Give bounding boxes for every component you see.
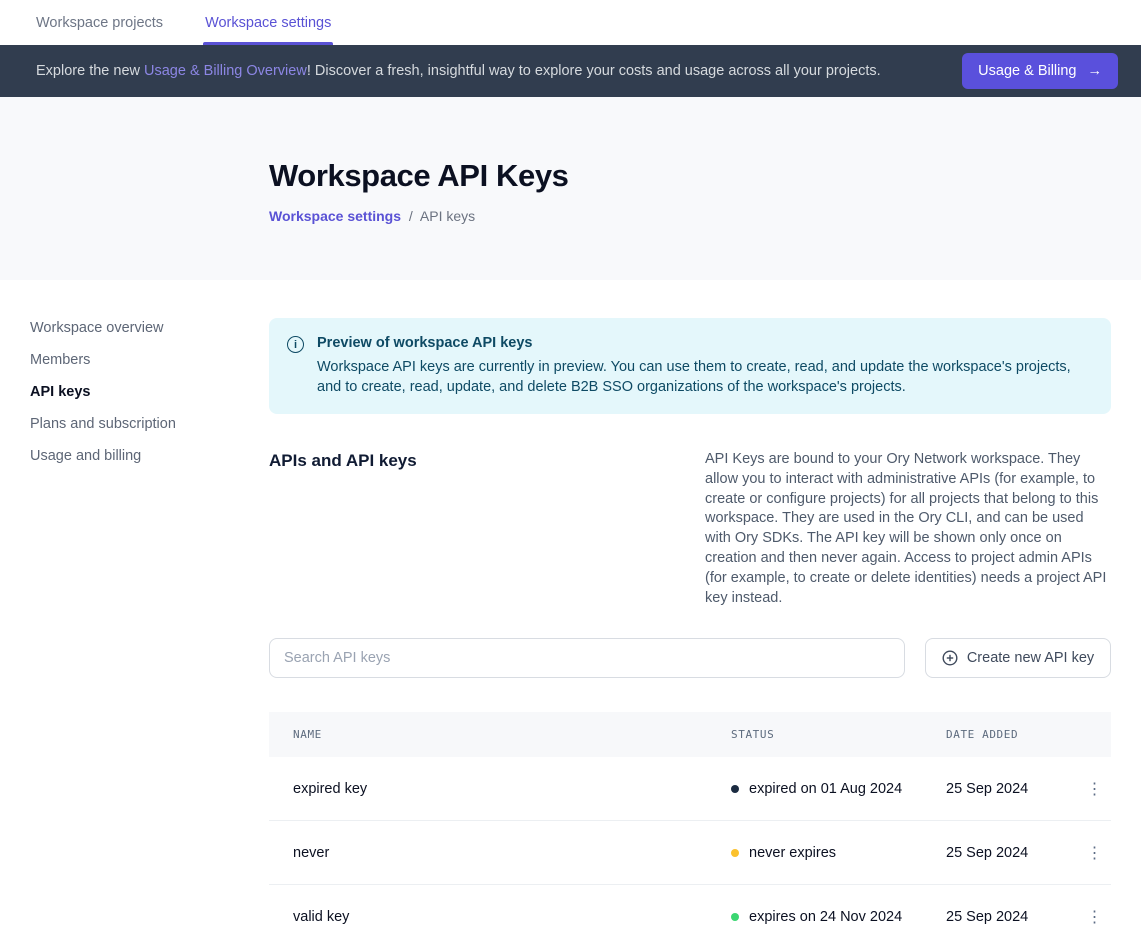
status-cell: expired on 01 Aug 2024 (731, 781, 946, 797)
table-controls: Create new API key (269, 638, 1111, 678)
table-row: never never expires 25 Sep 2024 ⋮ (269, 821, 1111, 885)
announcement-banner: Explore the new Usage & Billing Overview… (0, 45, 1141, 97)
search-input[interactable] (269, 638, 905, 678)
banner-text-after: ! Discover a fresh, insightful way to ex… (307, 63, 881, 79)
banner-message: Explore the new Usage & Billing Overview… (36, 63, 962, 79)
tab-workspace-projects[interactable]: Workspace projects (36, 0, 163, 45)
preview-callout: i Preview of workspace API keys Workspac… (269, 318, 1111, 414)
section-heading: APIs and API keys (269, 450, 417, 471)
apis-section: APIs and API keys API Keys are bound to … (269, 450, 1111, 608)
plus-circle-icon (942, 650, 958, 666)
row-actions-menu-icon[interactable]: ⋮ (1081, 903, 1109, 931)
arrow-right-icon: → (1088, 63, 1103, 79)
table-row: valid key expires on 24 Nov 2024 25 Sep … (269, 885, 1111, 940)
date-added: 25 Sep 2024 (946, 781, 1078, 797)
status-cell: never expires (731, 845, 946, 861)
page-title: Workspace API Keys (269, 158, 1141, 194)
callout-title: Preview of workspace API keys (317, 335, 1079, 351)
callout-text: Preview of workspace API keys Workspace … (317, 335, 1079, 397)
page-header: Workspace API Keys Workspace settings / … (0, 97, 1141, 280)
breadcrumb-workspace-settings-link[interactable]: Workspace settings (269, 208, 401, 224)
create-api-key-label: Create new API key (967, 650, 1094, 666)
status-dot (731, 849, 739, 857)
sidebar-item-workspace-overview[interactable]: Workspace overview (30, 312, 269, 344)
breadcrumb: Workspace settings / API keys (269, 208, 1141, 224)
status-text: expires on 24 Nov 2024 (749, 909, 902, 925)
api-key-name: expired key (293, 781, 731, 797)
breadcrumb-separator: / (409, 208, 413, 224)
status-text: expired on 01 Aug 2024 (749, 781, 902, 797)
banner-text-before: Explore the new (36, 63, 144, 79)
column-header-status: STATUS (731, 728, 946, 741)
table-header-row: NAME STATUS DATE ADDED (269, 712, 1111, 757)
callout-body: Workspace API keys are currently in prev… (317, 357, 1079, 397)
sidebar-item-plans-and-subscription[interactable]: Plans and subscription (30, 408, 269, 440)
breadcrumb-current: API keys (420, 208, 475, 224)
sidebar-item-api-keys[interactable]: API keys (30, 376, 269, 408)
status-dot (731, 785, 739, 793)
status-dot (731, 913, 739, 921)
tab-workspace-settings[interactable]: Workspace settings (205, 0, 331, 45)
usage-billing-overview-link[interactable]: Usage & Billing Overview (144, 63, 307, 79)
info-icon: i (287, 336, 304, 353)
row-actions-menu-icon[interactable]: ⋮ (1081, 839, 1109, 867)
main-layout: Workspace overview Members API keys Plan… (0, 280, 1141, 940)
column-header-date-added: DATE ADDED (946, 728, 1078, 741)
usage-billing-button-label: Usage & Billing (978, 63, 1076, 79)
top-navigation: Workspace projects Workspace settings (0, 0, 1141, 45)
date-added: 25 Sep 2024 (946, 909, 1078, 925)
create-api-key-button[interactable]: Create new API key (925, 638, 1111, 678)
api-keys-table: NAME STATUS DATE ADDED expired key expir… (269, 712, 1111, 940)
sidebar-item-members[interactable]: Members (30, 344, 269, 376)
status-cell: expires on 24 Nov 2024 (731, 909, 946, 925)
api-key-name: valid key (293, 909, 731, 925)
column-header-name: NAME (293, 728, 731, 741)
table-row: expired key expired on 01 Aug 2024 25 Se… (269, 757, 1111, 821)
row-actions-menu-icon[interactable]: ⋮ (1081, 775, 1109, 803)
content-area: i Preview of workspace API keys Workspac… (269, 280, 1111, 940)
usage-billing-button[interactable]: Usage & Billing → (962, 53, 1118, 89)
date-added: 25 Sep 2024 (946, 845, 1078, 861)
settings-sidebar: Workspace overview Members API keys Plan… (0, 280, 269, 940)
api-key-name: never (293, 845, 731, 861)
status-text: never expires (749, 845, 836, 861)
section-description: API Keys are bound to your Ory Network w… (705, 450, 1111, 608)
sidebar-item-usage-and-billing[interactable]: Usage and billing (30, 440, 269, 472)
